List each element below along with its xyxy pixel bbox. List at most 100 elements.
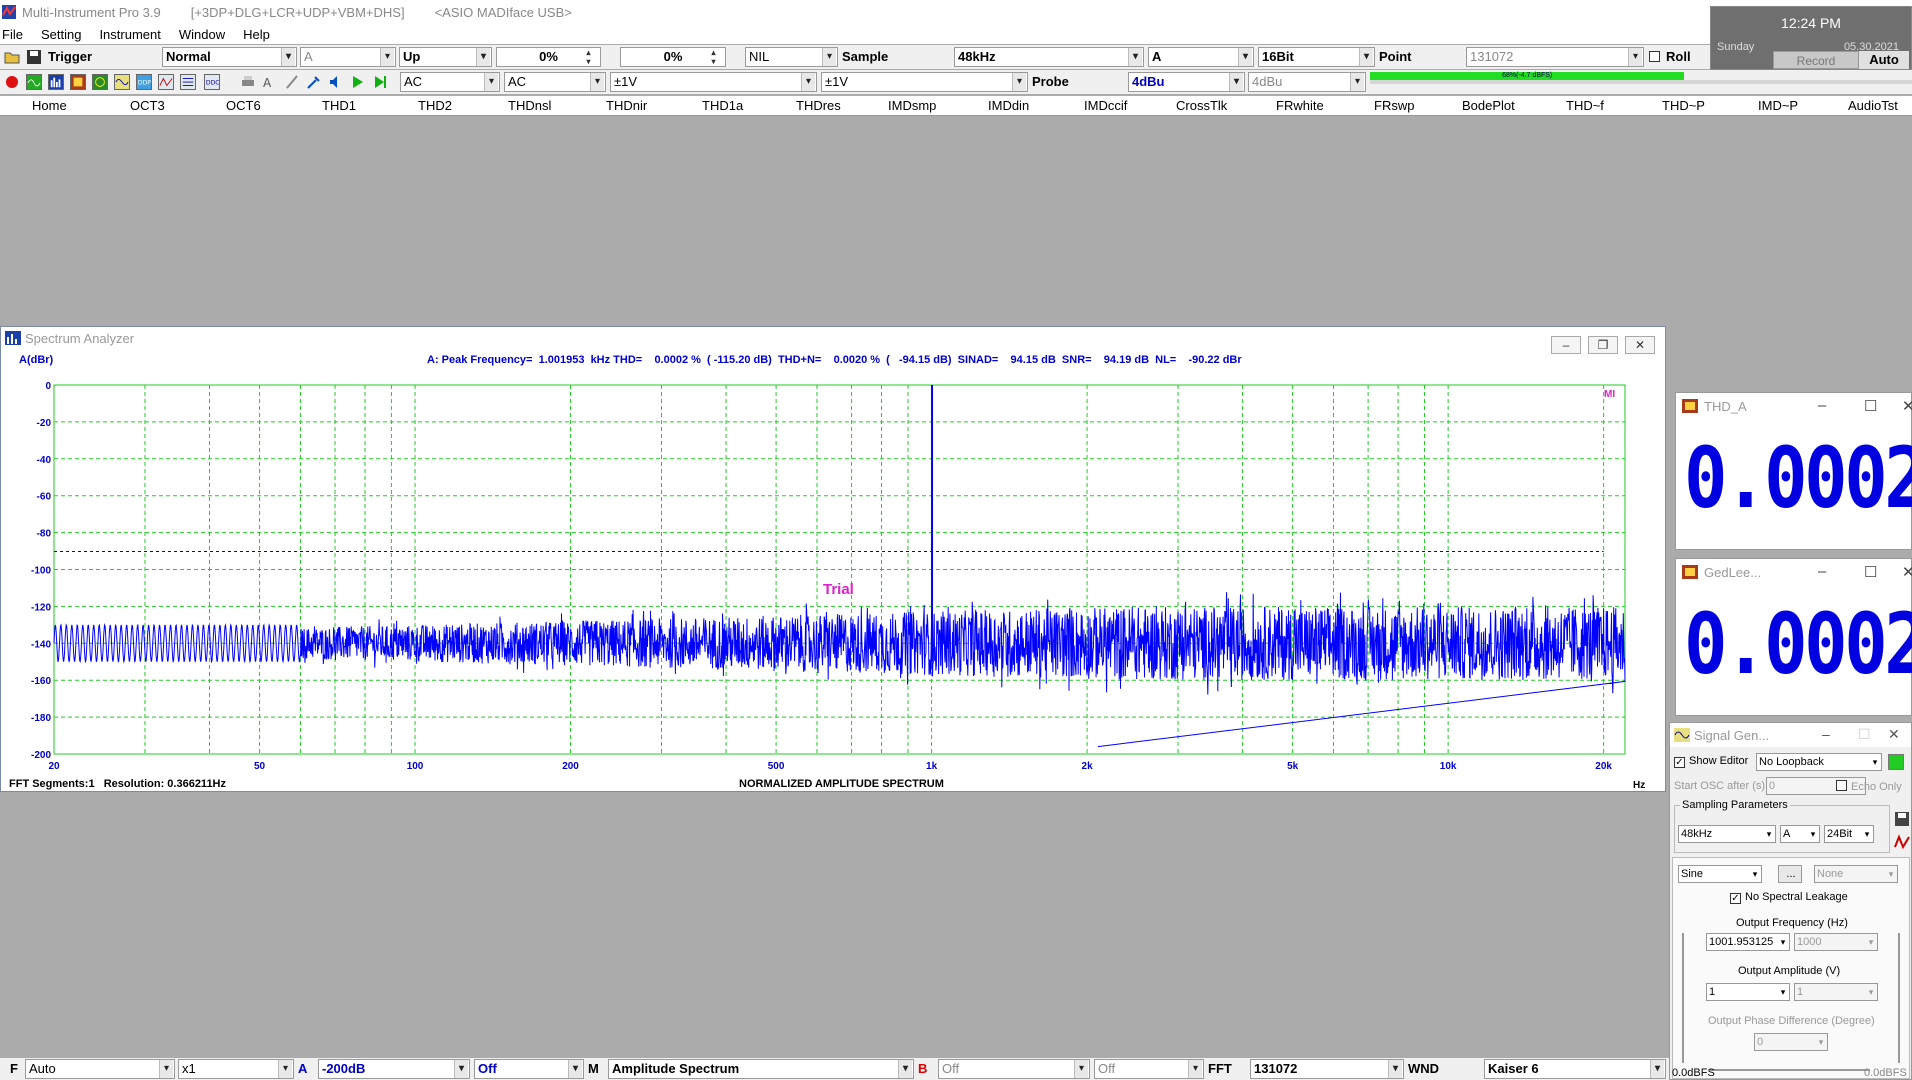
measurement-mode-select[interactable]: Amplitude Spectrum <box>608 1059 914 1079</box>
menu-setting[interactable]: Setting <box>41 27 81 42</box>
range-a-select[interactable]: ±1V <box>610 72 817 92</box>
trigger-channel-select[interactable]: A <box>300 47 396 67</box>
record-button[interactable]: Record <box>1773 51 1859 69</box>
output-phase-field[interactable]: 0 <box>1754 1033 1828 1051</box>
tab-thdnsl[interactable]: THDnsl <box>508 98 551 113</box>
output-amplitude-b-field[interactable]: 1 <box>1794 983 1878 1001</box>
dds-generator-icon[interactable]: DDP <box>136 74 152 90</box>
print-icon[interactable] <box>240 74 256 90</box>
coupling-b-select[interactable]: AC <box>504 72 606 92</box>
menu-file[interactable]: File <box>2 27 23 42</box>
siggen-minimize-button[interactable]: – <box>1822 726 1830 742</box>
waveform-b-select[interactable]: None <box>1814 865 1898 883</box>
loopback-select[interactable]: No Loopback <box>1756 753 1882 771</box>
menu-help[interactable]: Help <box>243 27 270 42</box>
balance-slider[interactable] <box>1710 1069 1870 1071</box>
tab-frwhite[interactable]: FRwhite <box>1276 98 1324 113</box>
show-editor-checkbox[interactable]: ✓ Show Editor <box>1674 755 1748 768</box>
thd-meter-titlebar[interactable]: THD_A – ☐ ✕ <box>1676 393 1912 421</box>
gedlee-meter-titlebar[interactable]: GedLee... – ☐ ✕ <box>1676 559 1912 587</box>
tab-crosstlk[interactable]: CrossTlk <box>1176 98 1227 113</box>
b-mode-select[interactable]: Off <box>1094 1059 1204 1079</box>
signal-generator-icon[interactable] <box>114 74 130 90</box>
menu-instrument[interactable]: Instrument <box>99 27 160 42</box>
siggen-close-button[interactable]: ✕ <box>1888 726 1900 743</box>
generator-run-indicator[interactable] <box>1888 754 1904 770</box>
sample-rate-select[interactable]: 48kHz <box>954 47 1144 67</box>
siggen-sweep-icon[interactable] <box>1894 833 1910 849</box>
oscilloscope-icon[interactable] <box>26 74 42 90</box>
open-folder-icon[interactable] <box>4 49 20 65</box>
tab-thd1a[interactable]: THD1a <box>702 98 743 113</box>
window-function-select[interactable]: Kaiser 6 <box>1484 1059 1666 1079</box>
level-slider-left[interactable] <box>1682 933 1684 1063</box>
menu-window[interactable]: Window <box>179 27 225 42</box>
points-select[interactable]: 131072 <box>1466 47 1644 67</box>
data-logger-icon[interactable] <box>180 74 196 90</box>
cursor-reader-icon[interactable] <box>284 74 300 90</box>
tab-thd1[interactable]: THD1 <box>322 98 356 113</box>
coupling-a-select[interactable]: AC <box>400 72 500 92</box>
tab-thd2[interactable]: THD2 <box>418 98 452 113</box>
output-frequency-a-field[interactable]: 1001.953125 <box>1706 933 1790 951</box>
bits-select[interactable]: 16Bit <box>1258 47 1375 67</box>
gedlee-minimize-button[interactable]: – <box>1818 563 1826 580</box>
spectrum-plot[interactable]: A(dBr) A: Peak Frequency= 1.001953 kHz T… <box>1 349 1665 791</box>
tab-bodeplot[interactable]: BodePlot <box>1462 98 1515 113</box>
tab-thd-p[interactable]: THD~P <box>1662 98 1705 113</box>
save-icon[interactable] <box>26 49 42 65</box>
gedlee-maximize-button[interactable]: ☐ <box>1864 563 1877 581</box>
tab-home[interactable]: Home <box>32 98 67 113</box>
zoom-select[interactable]: x1 <box>178 1059 294 1079</box>
thd-minimize-button[interactable]: – <box>1818 397 1826 414</box>
output-frequency-b-field[interactable]: 1000 <box>1794 933 1878 951</box>
nil-select[interactable]: NIL <box>745 47 838 67</box>
show-editor-check-icon[interactable]: ✓ <box>1674 757 1685 768</box>
trigger-mode-select[interactable]: Normal <box>162 47 297 67</box>
tab-audiotst[interactable]: AudioTst <box>1848 98 1898 113</box>
range-b-select[interactable]: ±1V <box>821 72 1028 92</box>
tab-frswp[interactable]: FRswp <box>1374 98 1414 113</box>
siggen-bits-select[interactable]: 24Bit <box>1824 825 1874 843</box>
a-mode-select[interactable]: Off <box>474 1059 584 1079</box>
trigger-edge-select[interactable]: Up <box>399 47 492 67</box>
waveform-select[interactable]: Sine <box>1678 865 1762 883</box>
output-amplitude-a-field[interactable]: 1 <box>1706 983 1790 1001</box>
b-range-select[interactable]: Off <box>938 1059 1090 1079</box>
level-slider-right[interactable] <box>1898 933 1900 1063</box>
trigger-level-spinner[interactable]: 0% <box>496 47 601 67</box>
play-icon[interactable] <box>350 74 366 90</box>
spectrum-analyzer-titlebar[interactable]: Spectrum Analyzer <box>1 327 1665 349</box>
trigger-delay-spinner[interactable]: 0% <box>620 47 726 67</box>
speaker-icon[interactable] <box>328 74 344 90</box>
tab-imd-p[interactable]: IMD~P <box>1758 98 1798 113</box>
record-icon[interactable] <box>4 74 20 90</box>
siggen-maximize-button[interactable]: ☐ <box>1858 726 1871 743</box>
tab-thd-f[interactable]: THD~f <box>1566 98 1604 113</box>
tab-oct6[interactable]: OCT6 <box>226 98 261 113</box>
roll-checkbox-box[interactable] <box>1649 51 1660 62</box>
probe-b-select[interactable]: 4dBu <box>1248 72 1366 92</box>
tab-oct3[interactable]: OCT3 <box>130 98 165 113</box>
sweep-icon[interactable] <box>158 74 174 90</box>
frequency-scale-select[interactable]: Auto <box>25 1059 175 1079</box>
echo-only-check-icon[interactable] <box>1836 780 1847 791</box>
play-once-icon[interactable] <box>372 74 388 90</box>
no-leakage-check-icon[interactable]: ✓ <box>1730 893 1741 904</box>
siggen-sample-rate-select[interactable]: 48kHz <box>1678 825 1776 843</box>
text-annotate-icon[interactable]: A <box>262 74 278 90</box>
ddc-icon[interactable]: DDC <box>204 74 220 90</box>
probe-a-select[interactable]: 4dBu <box>1128 72 1245 92</box>
tab-imdsmp[interactable]: IMDsmp <box>888 98 936 113</box>
calibration-icon[interactable] <box>306 74 322 90</box>
signal-generator-titlebar[interactable]: Signal Gen... – ☐ ✕ <box>1670 723 1911 747</box>
phase-plot-icon[interactable] <box>92 74 108 90</box>
tab-imddin[interactable]: IMDdin <box>988 98 1029 113</box>
spectrum-analyzer-icon[interactable] <box>48 74 64 90</box>
gedlee-close-button[interactable]: ✕ <box>1902 563 1912 581</box>
channel-select[interactable]: A <box>1148 47 1254 67</box>
auto-button[interactable]: Auto <box>1859 51 1909 69</box>
thd-close-button[interactable]: ✕ <box>1902 397 1912 415</box>
roll-checkbox[interactable]: Roll <box>1649 47 1691 67</box>
tab-thdres[interactable]: THDres <box>796 98 841 113</box>
